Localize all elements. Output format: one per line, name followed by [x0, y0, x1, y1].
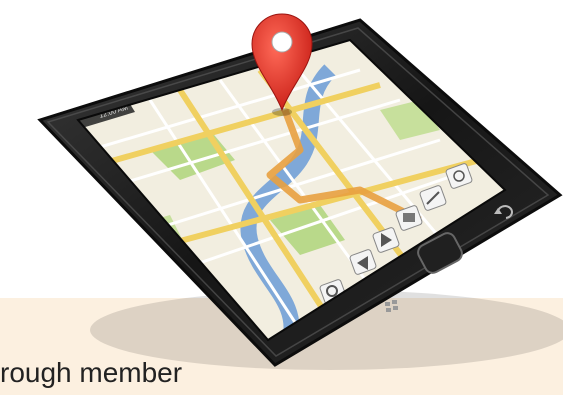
layers-glyph: [403, 213, 415, 222]
smartphone-map-illustration: 12:00 AM: [37, 13, 563, 370]
caption-text: rough member: [0, 357, 183, 388]
photo-canvas: 12:00 AM rough member: [0, 0, 563, 395]
